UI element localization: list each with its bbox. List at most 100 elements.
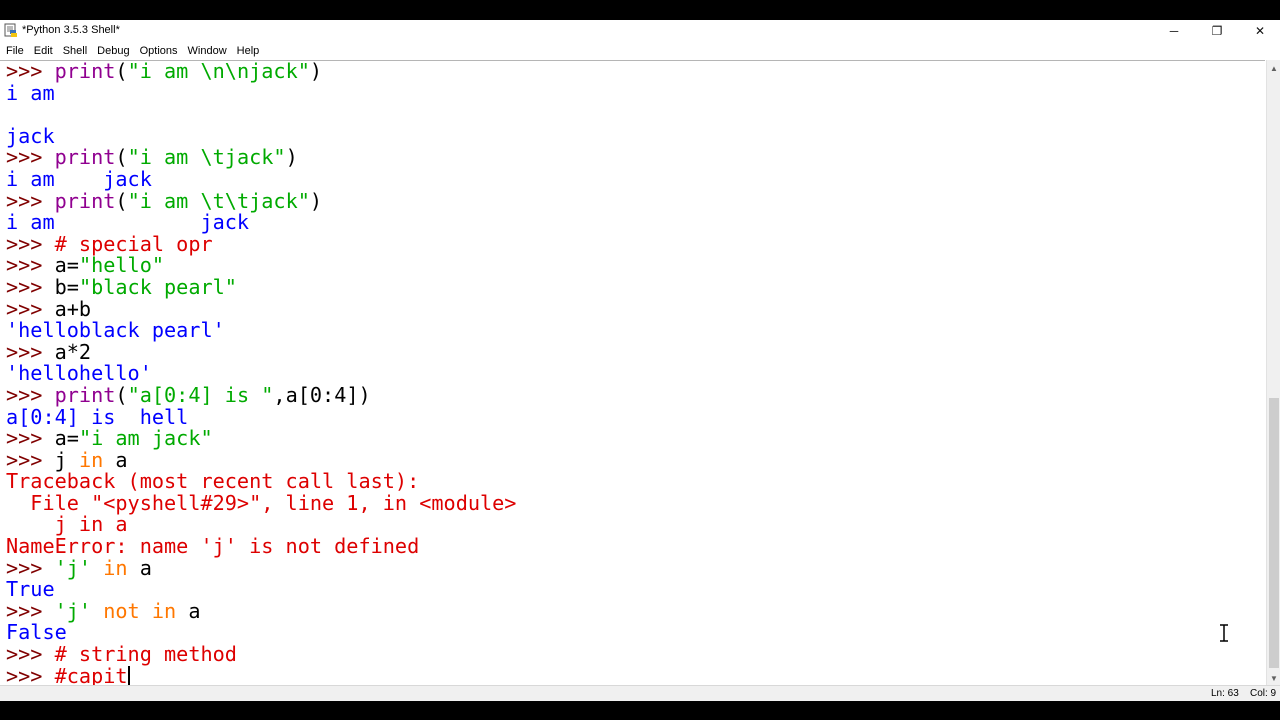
output-token: i am jack (6, 210, 250, 235)
string-token: "a[0:4] is " (127, 382, 274, 407)
string-token: "black pearl" (78, 274, 237, 299)
scrollbar-thumb[interactable] (1269, 398, 1279, 668)
string-token: 'j' (54, 598, 92, 623)
code-token: a= (54, 426, 79, 451)
menu-shell[interactable]: Shell (58, 42, 92, 60)
prompt-token: >>> (6, 60, 55, 83)
menu-file[interactable]: File (0, 42, 29, 60)
close-button[interactable]: ✕ (1238, 20, 1280, 42)
menu-edit[interactable]: Edit (29, 42, 58, 60)
shell-text-area[interactable]: >>> print("i am \n\njack") i am jack >>> pr… (0, 60, 1265, 686)
code-token: j (54, 447, 79, 472)
string-token: "hello" (78, 253, 165, 278)
code-token: ( (115, 60, 128, 83)
shell-line: >>> print("a[0:4] is ",a[0:4]) (6, 382, 516, 407)
shell-line: >>> a="hello" (6, 255, 516, 277)
prompt-token: >>> (6, 382, 55, 407)
shell-line: j in a (6, 514, 516, 536)
scroll-up-arrow-icon[interactable]: ▲ (1267, 60, 1280, 76)
restore-icon: ❐ (1211, 24, 1223, 38)
code-token: ) (309, 188, 323, 213)
string-token: 'j' (54, 555, 92, 580)
builtin-token: print (54, 145, 116, 170)
output-token: False (6, 620, 67, 645)
menu-debug[interactable]: Debug (92, 42, 134, 60)
shell-line: >>> print("i am \tjack") (6, 147, 516, 169)
idle-shell-window: *Python 3.5.3 Shell* ─ ❐ ✕ File Edit She… (0, 20, 1280, 701)
output-token: i am jack (6, 166, 152, 191)
output-token: i am (6, 80, 55, 105)
prompt-token: >>> (6, 145, 55, 170)
output-token: 'hellohello' (6, 361, 152, 386)
error-token: NameError: name 'j' is not defined (6, 534, 420, 559)
shell-line: >>> 'j' not in a (6, 598, 516, 623)
code-token: a (176, 598, 201, 623)
shell-line: >>> a="i am jack" (6, 426, 516, 451)
shell-line: >>> #capit (6, 663, 516, 686)
output-token: a[0:4] is hell (6, 404, 189, 429)
shell-line: False (6, 622, 516, 644)
error-token: File "<pyshell#29>", line 1, in <module> (6, 490, 517, 515)
shell-line: Traceback (most recent call last): (6, 469, 516, 494)
builtin-token: print (54, 382, 116, 407)
shell-line: i am jack (6, 166, 516, 191)
close-icon: ✕ (1254, 24, 1266, 38)
text-cursor (127, 665, 130, 686)
shell-line: i am (6, 80, 516, 105)
prompt-token: >>> (6, 663, 55, 686)
prompt-token: >>> (6, 274, 55, 299)
prompt-token: >>> (6, 296, 55, 321)
string-token: "i am \tjack" (127, 145, 286, 170)
output-token: jack (6, 123, 55, 148)
output-token: 'helloblack pearl' (6, 318, 225, 343)
vertical-scrollbar[interactable]: ▲ ▼ (1266, 60, 1280, 686)
keyword-token: in (151, 598, 177, 623)
code-token: a= (54, 253, 79, 278)
menu-options[interactable]: Options (135, 42, 183, 60)
code-token: b= (54, 274, 79, 299)
code-token: a+b (54, 296, 92, 321)
shell-line: >>> a+b (6, 296, 516, 321)
shell-line: i am jack (6, 210, 516, 235)
comment-token: #capit (54, 663, 128, 686)
status-line-number: Ln: 63 (1211, 688, 1239, 699)
shell-transcript[interactable]: >>> print("i am \n\njack") i am jack >>> pr… (6, 61, 516, 686)
scroll-down-arrow-icon[interactable]: ▼ (1267, 670, 1280, 686)
maximize-button[interactable]: ❐ (1195, 20, 1239, 42)
shell-line: NameError: name 'j' is not defined (6, 534, 516, 559)
shell-line: >>> j in a (6, 447, 516, 472)
ibeam-cursor-icon (1220, 624, 1228, 642)
error-token: Traceback (most recent call last): (6, 469, 420, 494)
menu-window[interactable]: Window (183, 42, 232, 60)
builtin-token: print (54, 60, 116, 83)
shell-line: a[0:4] is hell (6, 404, 516, 429)
string-token: "i am \n\njack" (127, 60, 310, 83)
prompt-token: >>> (6, 253, 55, 278)
prompt-token: >>> (6, 642, 55, 667)
string-token: "i am \t\tjack" (127, 188, 310, 213)
code-token: ,a[0:4]) (273, 382, 371, 407)
menu-bar: File Edit Shell Debug Options Window Hel… (0, 42, 1280, 60)
prompt-token: >>> (6, 188, 55, 213)
builtin-token: print (54, 188, 116, 213)
code-token: ( (115, 188, 128, 213)
status-column-number: Col: 9 (1250, 688, 1277, 699)
title-bar[interactable]: *Python 3.5.3 Shell* ─ ❐ ✕ (0, 20, 1280, 42)
shell-line: jack (6, 123, 516, 148)
shell-line: >>> # string method (6, 642, 516, 667)
menu-help[interactable]: Help (232, 42, 265, 60)
prompt-token: >>> (6, 598, 55, 623)
minimize-button[interactable]: ─ (1152, 20, 1196, 42)
prompt-token: >>> (6, 339, 55, 364)
error-token: j in a (6, 512, 128, 537)
shell-line: >>> 'j' in a (6, 555, 516, 580)
shell-line: 'hellohello' (6, 363, 516, 385)
code-token: ) (309, 60, 323, 83)
shell-line: >>> a*2 (6, 339, 516, 364)
code-token: a*2 (54, 339, 92, 364)
window-title: *Python 3.5.3 Shell* (22, 24, 120, 36)
